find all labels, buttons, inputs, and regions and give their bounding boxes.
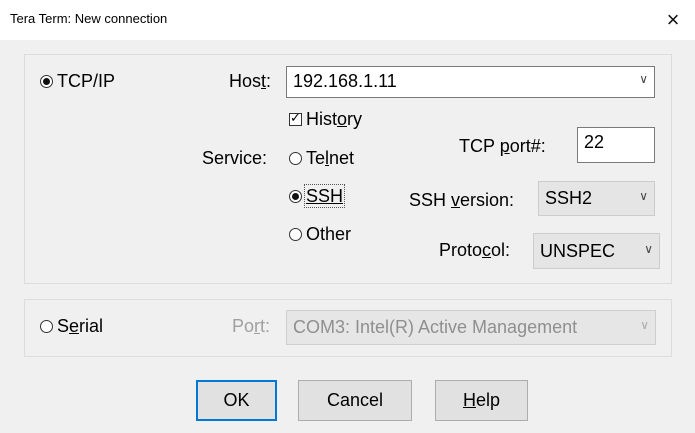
radio-selected-icon: [289, 190, 302, 203]
ssh-version-select[interactable]: SSH2 ∨: [538, 181, 655, 216]
service-ssh-radio[interactable]: SSH: [289, 184, 346, 208]
chevron-down-icon[interactable]: ∨: [639, 72, 648, 86]
ssh-version-label: SSH version:: [409, 190, 515, 210]
radio-unselected-icon: [289, 228, 302, 241]
cancel-button[interactable]: Cancel: [298, 380, 412, 421]
protocol-select[interactable]: UNSPEC ∨: [533, 233, 660, 269]
host-label: Host:: [229, 71, 272, 91]
service-other-radio[interactable]: Other: [289, 224, 351, 245]
protocol-label: Protocol:: [439, 240, 511, 260]
serial-port-value: COM3: Intel(R) Active Management: [293, 317, 578, 337]
serial-port-select: COM3: Intel(R) Active Management ∨: [286, 310, 656, 345]
chevron-down-icon[interactable]: ∨: [639, 189, 648, 203]
window-title: Tera Term: New connection: [10, 11, 168, 26]
chevron-down-icon[interactable]: ∨: [644, 242, 653, 256]
ssh-version-value: SSH2: [545, 188, 593, 208]
close-icon[interactable]: ×: [655, 3, 691, 37]
protocol-value: UNSPEC: [540, 241, 616, 261]
tcpip-radio[interactable]: TCP/IP: [40, 71, 115, 92]
tcp-port-label: TCP port#:: [459, 136, 546, 156]
tcp-port-input[interactable]: 22: [577, 127, 655, 163]
serial-radio[interactable]: Serial: [40, 316, 103, 337]
chevron-down-icon: ∨: [640, 318, 649, 332]
help-button[interactable]: Help: [435, 380, 528, 421]
port-label: Port:: [232, 316, 271, 336]
checkbox-checked-icon: [289, 110, 302, 126]
ok-button[interactable]: OK: [196, 380, 277, 421]
title-bar: Tera Term: New connection ×: [0, 0, 695, 40]
service-telnet-radio[interactable]: Telnet: [289, 148, 354, 169]
tcpip-radio-label: TCP/IP: [57, 71, 116, 91]
host-combobox[interactable]: 192.168.1.11 ∨: [286, 66, 655, 98]
history-checkbox[interactable]: History: [289, 109, 362, 130]
host-value: 192.168.1.11: [293, 71, 397, 91]
radio-selected-icon: [40, 75, 53, 88]
service-label: Service:: [202, 148, 268, 168]
radio-unselected-icon: [40, 320, 53, 333]
dialog-window: Tera Term: New connection × TCP/IP Host:…: [0, 0, 695, 433]
radio-unselected-icon: [289, 152, 302, 165]
